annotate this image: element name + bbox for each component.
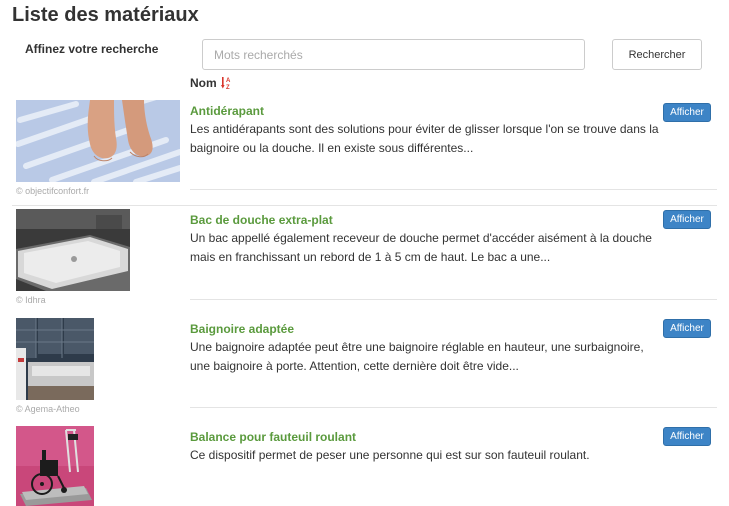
svg-text:A: A bbox=[226, 78, 231, 84]
list-item: © Idhra Bac de douche extra-plat Un bac … bbox=[12, 209, 717, 315]
divider bbox=[190, 299, 717, 300]
item-title[interactable]: Baignoire adaptée bbox=[190, 322, 294, 336]
sort-by-name[interactable]: Nom A Z bbox=[190, 76, 235, 90]
list-item: © Agema-Atheo Baignoire adaptée Une baig… bbox=[12, 318, 717, 424]
image-credit: © Idhra bbox=[16, 295, 46, 305]
item-description: Ce dispositif permet de peser une person… bbox=[190, 448, 590, 462]
item-title[interactable]: Bac de douche extra-plat bbox=[190, 213, 333, 227]
refine-search-label: Affinez votre recherche bbox=[25, 42, 159, 56]
item-description: Une baignoire adaptée peut être une baig… bbox=[190, 340, 644, 373]
shower-tray-photo bbox=[16, 209, 130, 291]
sort-alpha-icon[interactable]: A Z bbox=[220, 76, 235, 90]
divider bbox=[190, 189, 717, 190]
bath-mat-feet-photo bbox=[15, 91, 183, 185]
show-button[interactable]: Afficher bbox=[663, 103, 711, 122]
divider bbox=[12, 205, 717, 206]
page-title: Liste des matériaux bbox=[12, 4, 199, 26]
svg-text:Z: Z bbox=[226, 85, 230, 90]
show-button[interactable]: Afficher bbox=[663, 319, 711, 338]
list-item: Balance pour fauteuil roulant Ce disposi… bbox=[12, 426, 717, 506]
wheelchair-scale-photo bbox=[16, 426, 94, 506]
list-item: © objectifconfort.fr Antidérapant Les an… bbox=[12, 91, 717, 206]
item-title[interactable]: Balance pour fauteuil roulant bbox=[190, 430, 356, 444]
divider bbox=[190, 407, 717, 408]
show-button[interactable]: Afficher bbox=[663, 210, 711, 229]
item-title[interactable]: Antidérapant bbox=[190, 104, 264, 118]
adapted-bathtub-photo bbox=[16, 318, 94, 400]
sort-label: Nom bbox=[190, 76, 217, 90]
search-button[interactable]: Rechercher bbox=[612, 39, 702, 70]
image-credit: © objectifconfort.fr bbox=[16, 186, 90, 196]
item-description: Les antidérapants sont des solutions pou… bbox=[190, 122, 659, 155]
image-credit: © Agema-Atheo bbox=[16, 404, 80, 414]
item-description: Un bac appellé également receveur de dou… bbox=[190, 231, 652, 264]
show-button[interactable]: Afficher bbox=[663, 427, 711, 446]
search-input[interactable] bbox=[202, 39, 585, 70]
